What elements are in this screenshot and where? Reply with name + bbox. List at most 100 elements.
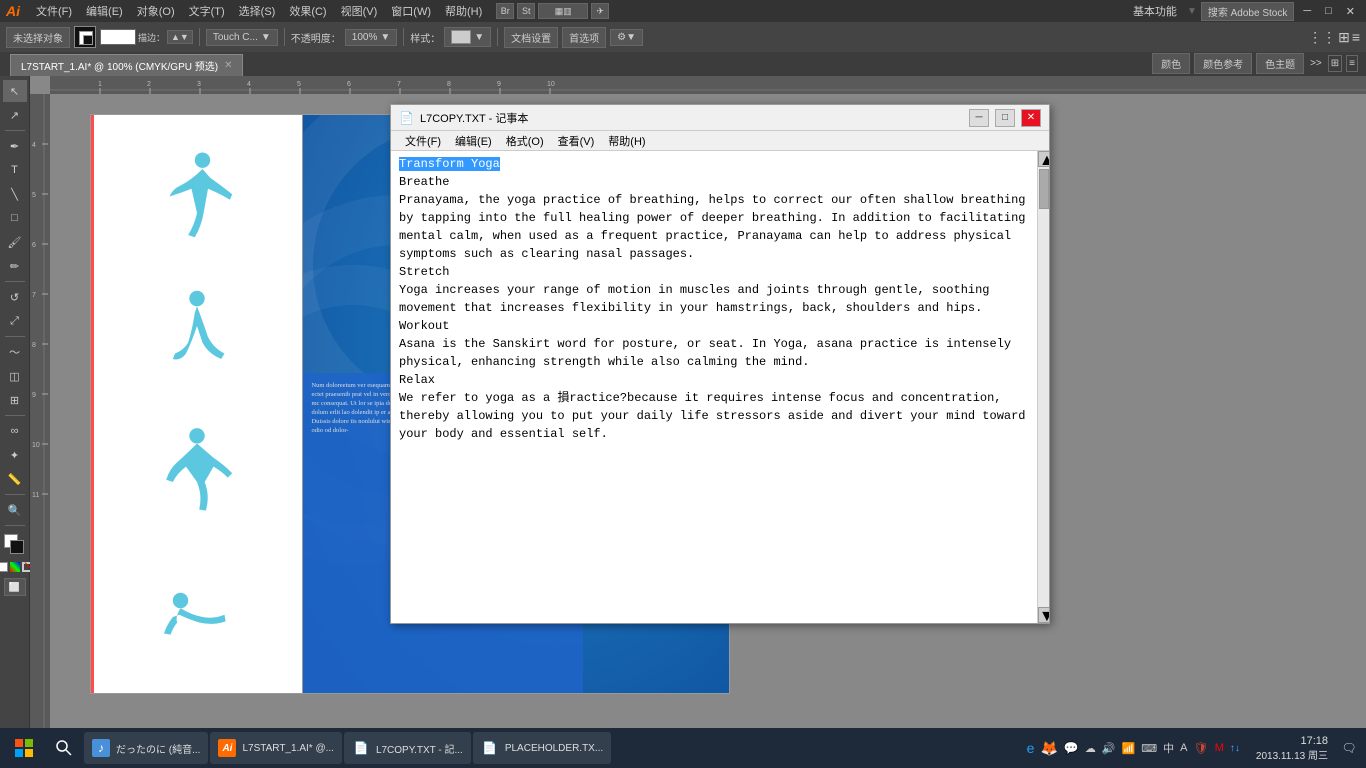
panel-options-icon[interactable]: ⊞ bbox=[1328, 55, 1342, 72]
color-mode-icons bbox=[0, 562, 32, 572]
style-selector[interactable]: ▼ bbox=[444, 27, 491, 47]
close-app-icon[interactable]: ✕ bbox=[1341, 3, 1360, 20]
direct-selection-tool[interactable]: ↗ bbox=[3, 104, 27, 126]
keyboard-icon[interactable]: ⌨ bbox=[1141, 742, 1157, 755]
pencil-tool[interactable]: ✏ bbox=[3, 255, 27, 277]
menu-window[interactable]: 窗口(W) bbox=[385, 1, 437, 21]
workspace-selector[interactable]: 基本功能 bbox=[1127, 1, 1183, 21]
rotate-tool[interactable]: ↺ bbox=[3, 286, 27, 308]
ime-cn-tray[interactable]: 中 bbox=[1163, 740, 1174, 756]
panel-icon[interactable]: ⊞ bbox=[1338, 29, 1350, 46]
mesh-tool[interactable]: ⊞ bbox=[3, 389, 27, 411]
menu-effect[interactable]: 效果(C) bbox=[283, 1, 332, 21]
menu-object[interactable]: 对象(O) bbox=[131, 1, 181, 21]
svg-text:10: 10 bbox=[32, 442, 40, 449]
notepad-minimize-btn[interactable]: ─ bbox=[969, 109, 989, 127]
notepad-menu-file[interactable]: 文件(F) bbox=[399, 132, 447, 150]
view-toggle[interactable]: ▦▥ bbox=[538, 3, 588, 19]
network-icon[interactable]: 📶 bbox=[1122, 742, 1136, 755]
stroke-width-box[interactable] bbox=[100, 29, 136, 45]
warp-tool[interactable]: 〜 bbox=[3, 341, 27, 363]
notification-btn[interactable]: 🗨 bbox=[1336, 732, 1362, 764]
screen-mode-btn[interactable]: ⬜ bbox=[4, 578, 26, 596]
fill-stroke-swatches[interactable] bbox=[4, 534, 26, 556]
action-btn[interactable]: ⚙▼ bbox=[610, 29, 643, 46]
arrange-icon[interactable]: ⋮⋮ bbox=[1308, 29, 1336, 46]
tab-close-btn[interactable]: ✕ bbox=[224, 60, 232, 71]
artboard-left bbox=[90, 114, 303, 694]
panel-menu-icon[interactable]: ≡ bbox=[1346, 55, 1358, 72]
speaker-icon[interactable]: 🔊 bbox=[1102, 742, 1116, 755]
menu-select[interactable]: 选择(S) bbox=[233, 1, 282, 21]
notepad-close-btn[interactable]: ✕ bbox=[1021, 109, 1041, 127]
ime-en-tray[interactable]: A bbox=[1180, 742, 1187, 754]
color-theme-panel-btn[interactable]: 色主题 bbox=[1256, 53, 1304, 74]
notepad-maximize-btn[interactable]: □ bbox=[995, 109, 1015, 127]
stock-icon[interactable]: St bbox=[517, 3, 535, 19]
ie-icon[interactable]: e bbox=[1027, 740, 1035, 756]
bridge-icon[interactable]: Br bbox=[496, 3, 514, 19]
blend-tool[interactable]: ∞ bbox=[3, 420, 27, 442]
measure-tool[interactable]: 📏 bbox=[3, 468, 27, 490]
panel-expand-icon[interactable]: >> bbox=[1308, 56, 1324, 71]
touch-selector[interactable]: Touch C... ▼ bbox=[206, 29, 278, 46]
menu-help[interactable]: 帮助(H) bbox=[439, 1, 488, 21]
scale-tool[interactable]: ⤢ bbox=[3, 310, 27, 332]
maximize-icon[interactable]: □ bbox=[1320, 3, 1337, 19]
menu-text[interactable]: 文字(T) bbox=[183, 1, 231, 21]
gradient-swatch[interactable] bbox=[10, 562, 20, 572]
notepad-scrollbar[interactable]: ▲ ▼ bbox=[1037, 151, 1049, 623]
taskbar-clock[interactable]: 17:18 2013.11.13 周三 bbox=[1250, 735, 1334, 762]
document-tab[interactable]: L7START_1.AI* @ 100% (CMYK/GPU 预选) ✕ bbox=[10, 54, 243, 76]
menu-edit[interactable]: 编辑(E) bbox=[80, 1, 129, 21]
scroll-up-btn[interactable]: ▲ bbox=[1038, 151, 1049, 167]
fill-color-swatch[interactable] bbox=[74, 26, 96, 48]
taskbar-app-music[interactable]: ♪ だったのに (純音... bbox=[84, 732, 208, 764]
notepad-menu-format[interactable]: 格式(O) bbox=[500, 132, 550, 150]
notepad-menu-edit[interactable]: 编辑(E) bbox=[449, 132, 498, 150]
antivirus-icon[interactable]: M bbox=[1215, 742, 1224, 754]
doc-settings-btn[interactable]: 文档设置 bbox=[504, 27, 558, 48]
none-color-icon[interactable] bbox=[0, 562, 8, 572]
menu-icon[interactable]: ≡ bbox=[1352, 29, 1360, 45]
paintbrush-tool[interactable]: 🖌 bbox=[3, 231, 27, 253]
taskbar-search-btn[interactable] bbox=[46, 732, 82, 764]
minimize-icon[interactable]: ─ bbox=[1298, 3, 1316, 19]
firefox-icon[interactable]: 🦊 bbox=[1040, 740, 1057, 757]
eyedropper-tool[interactable]: ✦ bbox=[3, 444, 27, 466]
shape-tool[interactable]: □ bbox=[3, 207, 27, 229]
msg-icon[interactable]: 💬 bbox=[1064, 741, 1079, 755]
notepad-menu-view[interactable]: 查看(V) bbox=[552, 132, 601, 150]
notepad-text-area[interactable]: Transform Yoga BreathePranayama, the yog… bbox=[391, 151, 1037, 623]
scroll-down-btn[interactable]: ▼ bbox=[1038, 607, 1049, 623]
svg-text:6: 6 bbox=[347, 81, 351, 88]
scroll-thumb[interactable] bbox=[1039, 169, 1049, 209]
share-icon[interactable]: ✈ bbox=[591, 3, 609, 19]
menu-view[interactable]: 视图(V) bbox=[335, 1, 384, 21]
type-tool[interactable]: T bbox=[3, 159, 27, 181]
menu-bar: Ai 文件(F) 编辑(E) 对象(O) 文字(T) 选择(S) 效果(C) 视… bbox=[0, 0, 1366, 22]
yoga-pose-3 bbox=[107, 416, 287, 526]
selection-tool[interactable]: ↖ bbox=[3, 80, 27, 102]
music-app-icon: ♪ bbox=[92, 739, 110, 757]
pen-tool[interactable]: ✒ bbox=[3, 135, 27, 157]
stroke-input[interactable]: ▲▼ bbox=[167, 30, 193, 44]
opacity-input[interactable]: 100% ▼ bbox=[345, 29, 397, 46]
taskbar-app-illustrator[interactable]: Ai L7START_1.AI* @... bbox=[210, 732, 341, 764]
line-tool[interactable]: ╲ bbox=[3, 183, 27, 205]
search-stock-btn[interactable]: 搜索 Adobe Stock bbox=[1201, 2, 1294, 21]
taskbar-app-placeholder[interactable]: 📄 PLACEHOLDER.TX... bbox=[473, 732, 611, 764]
notepad-title: L7COPY.TXT - 记事本 bbox=[420, 110, 963, 126]
taskbar-app-notepad[interactable]: 📄 L7COPY.TXT - 記... bbox=[344, 732, 471, 764]
zoom-tool[interactable]: 🔍 bbox=[3, 499, 27, 521]
preferences-btn[interactable]: 首选项 bbox=[562, 27, 606, 48]
security-icon[interactable]: 🛡 bbox=[1194, 741, 1209, 755]
menu-file[interactable]: 文件(F) bbox=[30, 1, 78, 21]
color-guide-panel-btn[interactable]: 颜色参考 bbox=[1194, 53, 1252, 74]
notepad-menu-help[interactable]: 帮助(H) bbox=[602, 132, 651, 150]
color-panel-btn[interactable]: 颜色 bbox=[1152, 53, 1190, 74]
gradient-tool[interactable]: ◫ bbox=[3, 365, 27, 387]
start-button[interactable] bbox=[4, 732, 44, 764]
cloud-icon[interactable]: ☁ bbox=[1085, 742, 1096, 755]
update-icon[interactable]: ↑↓ bbox=[1230, 743, 1240, 754]
